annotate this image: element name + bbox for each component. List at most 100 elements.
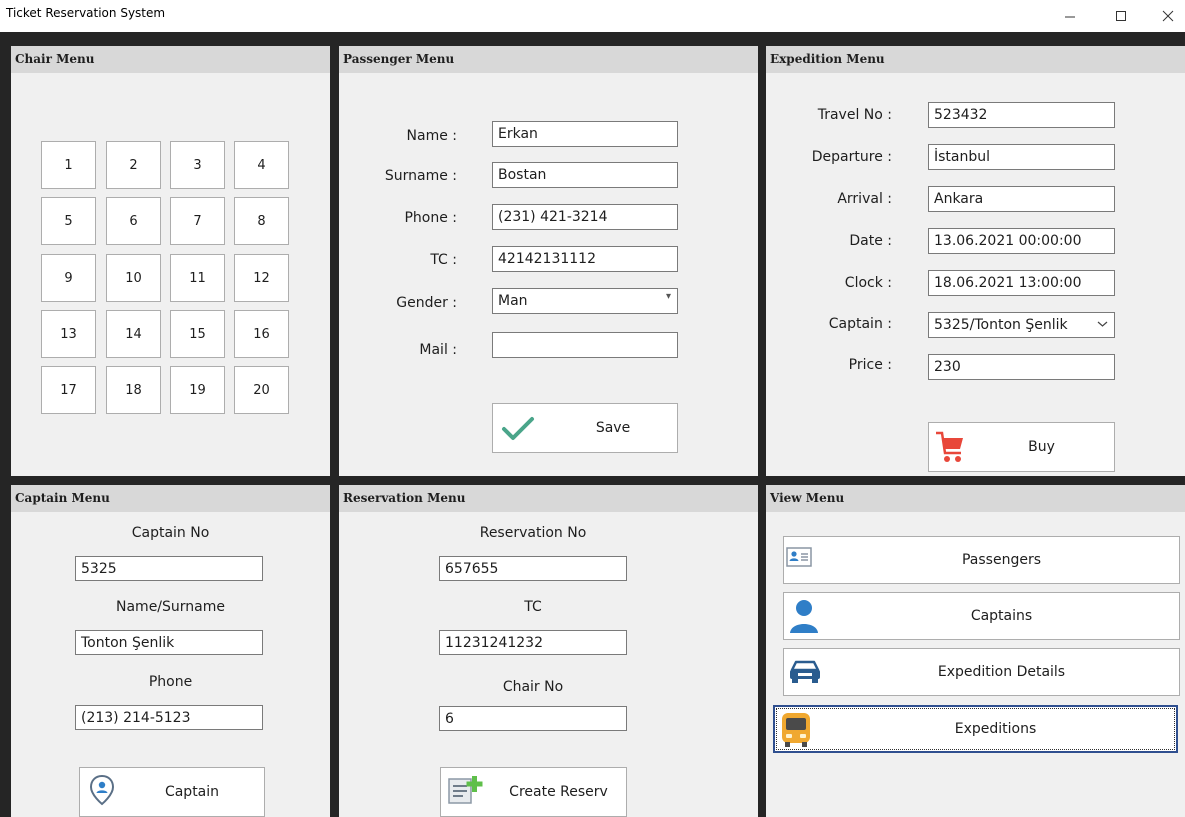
- arrival-label: Arrival :: [837, 191, 892, 207]
- name-surname-field[interactable]: Tonton Şenlik: [75, 630, 263, 655]
- reservation-menu-panel: Reservation Menu Reservation No 657655 T…: [339, 485, 758, 817]
- chair-menu-title: Chair Menu: [15, 52, 95, 66]
- seat-button[interactable]: 3: [170, 141, 225, 189]
- seat-button[interactable]: 9: [41, 254, 96, 302]
- captains-button[interactable]: Captains: [783, 592, 1180, 640]
- captain-no-label: Captain No: [131, 525, 210, 541]
- buy-label: Buy: [1028, 439, 1055, 455]
- reservation-no-label: Reservation No: [479, 525, 587, 541]
- seat-button[interactable]: 11: [170, 254, 225, 302]
- seat-button[interactable]: 18: [106, 366, 161, 414]
- seat-button[interactable]: 17: [41, 366, 96, 414]
- seat-button[interactable]: 12: [234, 254, 289, 302]
- reservation-tc-label: TC: [524, 599, 542, 615]
- clock-label: Clock :: [844, 275, 892, 291]
- passenger-menu-header: Passenger Menu: [339, 46, 758, 73]
- captain-menu-panel: Captain Menu Captain No 5325 Name/Surnam…: [11, 485, 330, 817]
- seat-button[interactable]: 10: [106, 254, 161, 302]
- title-bar: Ticket Reservation System: [0, 0, 1185, 32]
- user-icon: [790, 600, 818, 633]
- seat-button[interactable]: 5: [41, 197, 96, 245]
- name-field[interactable]: Erkan: [492, 121, 678, 147]
- passengers-button[interactable]: Passengers: [783, 536, 1180, 584]
- reservation-no-field[interactable]: 657655: [439, 556, 627, 581]
- create-reservation-label: Create Reserv: [509, 784, 608, 800]
- seat-button[interactable]: 14: [106, 310, 161, 358]
- departure-label: Departure :: [811, 149, 892, 165]
- chair-menu-header: Chair Menu: [11, 46, 330, 73]
- seat-button[interactable]: 15: [170, 310, 225, 358]
- buy-button[interactable]: Buy: [928, 422, 1115, 472]
- shopping-cart-icon: [936, 431, 963, 462]
- seat-button[interactable]: 7: [170, 197, 225, 245]
- expedition-menu-title: Expedition Menu: [770, 52, 885, 66]
- gender-select[interactable]: Man ▾: [492, 288, 678, 314]
- captain-no-field[interactable]: 5325: [75, 556, 263, 581]
- travel-no-field[interactable]: 523432: [928, 102, 1115, 128]
- dropdown-arrow-icon: ▾: [665, 291, 671, 302]
- clock-picker[interactable]: 18.06.2021 13:00:00: [928, 270, 1115, 296]
- expedition-details-button[interactable]: Expedition Details: [783, 648, 1180, 696]
- expeditions-label: Expeditions: [954, 721, 1037, 737]
- seat-button[interactable]: 16: [234, 310, 289, 358]
- seat-button[interactable]: 19: [170, 366, 225, 414]
- price-label: Price :: [848, 357, 892, 373]
- price-field[interactable]: 230: [928, 354, 1115, 380]
- close-icon: [1162, 10, 1174, 22]
- add-document-icon: [448, 776, 483, 804]
- maximize-icon: [1116, 11, 1126, 21]
- captain-value: 5325/Tonton Şenlik: [934, 317, 1068, 333]
- name-label: Name :: [406, 128, 457, 144]
- expedition-menu-panel: Expedition Menu Travel No : 523432 Depar…: [766, 46, 1185, 476]
- seat-button[interactable]: 1: [41, 141, 96, 189]
- departure-field[interactable]: İstanbul: [928, 144, 1115, 170]
- user-location-icon: [89, 774, 115, 806]
- phone-label: Phone :: [404, 210, 457, 226]
- close-button[interactable]: [1145, 0, 1185, 32]
- seat-button[interactable]: 4: [234, 141, 289, 189]
- arrival-field[interactable]: Ankara: [928, 186, 1115, 212]
- save-button[interactable]: Save: [492, 403, 678, 453]
- captain-button-label: Captain: [164, 784, 220, 800]
- captain-menu-title: Captain Menu: [15, 491, 110, 505]
- captain-phone-label: Phone: [148, 674, 193, 690]
- passenger-menu-title: Passenger Menu: [343, 52, 455, 66]
- captain-select[interactable]: 5325/Tonton Şenlik: [928, 312, 1115, 338]
- seat-button[interactable]: 20: [234, 366, 289, 414]
- seat-button[interactable]: 8: [234, 197, 289, 245]
- gender-value: Man: [498, 293, 528, 309]
- seat-button[interactable]: 13: [41, 310, 96, 358]
- reservation-tc-field[interactable]: 11231241232: [439, 630, 627, 655]
- captain-phone-field[interactable]: (213) 214-5123: [75, 705, 263, 730]
- mail-field[interactable]: [492, 332, 678, 358]
- chair-menu-panel: Chair Menu 1 2 3 4 5 6 7 8 9 10 11 12 13 14 15 16 17 18 19…: [11, 46, 330, 476]
- mail-label: Mail :: [419, 342, 457, 358]
- tc-label: TC :: [430, 252, 457, 268]
- minimize-icon: [1065, 16, 1075, 18]
- expeditions-button[interactable]: Expeditions: [773, 705, 1178, 753]
- chevron-down-icon: [1097, 321, 1108, 327]
- create-reservation-button[interactable]: Create Reserv: [440, 767, 627, 817]
- tc-field[interactable]: 42142131112: [492, 246, 678, 272]
- id-card-icon: [786, 547, 812, 567]
- reservation-menu-title: Reservation Menu: [343, 491, 466, 505]
- chair-no-field[interactable]: 6: [439, 706, 627, 731]
- captain-menu-header: Captain Menu: [11, 485, 330, 512]
- phone-field[interactable]: (231) 421-3214: [492, 204, 678, 230]
- car-icon: [790, 660, 820, 683]
- expedition-details-label: Expedition Details: [937, 664, 1066, 680]
- maximize-button[interactable]: [1098, 0, 1144, 32]
- seat-button[interactable]: 2: [106, 141, 161, 189]
- surname-field[interactable]: Bostan: [492, 162, 678, 188]
- seat-button[interactable]: 6: [106, 197, 161, 245]
- view-menu-panel: View Menu Passengers Captains Expedition…: [766, 485, 1185, 817]
- date-picker[interactable]: 13.06.2021 00:00:00: [928, 228, 1115, 254]
- date-label: Date :: [849, 233, 892, 249]
- view-menu-header: View Menu: [766, 485, 1185, 512]
- main-form: Chair Menu 1 2 3 4 5 6 7 8 9 10 11 12 13 14 15 16 17 18 19…: [0, 32, 1185, 817]
- minimize-button[interactable]: [1047, 0, 1093, 32]
- save-label: Save: [595, 420, 631, 436]
- captains-label: Captains: [970, 608, 1033, 624]
- view-menu-title: View Menu: [770, 491, 845, 505]
- captain-button[interactable]: Captain: [79, 767, 265, 817]
